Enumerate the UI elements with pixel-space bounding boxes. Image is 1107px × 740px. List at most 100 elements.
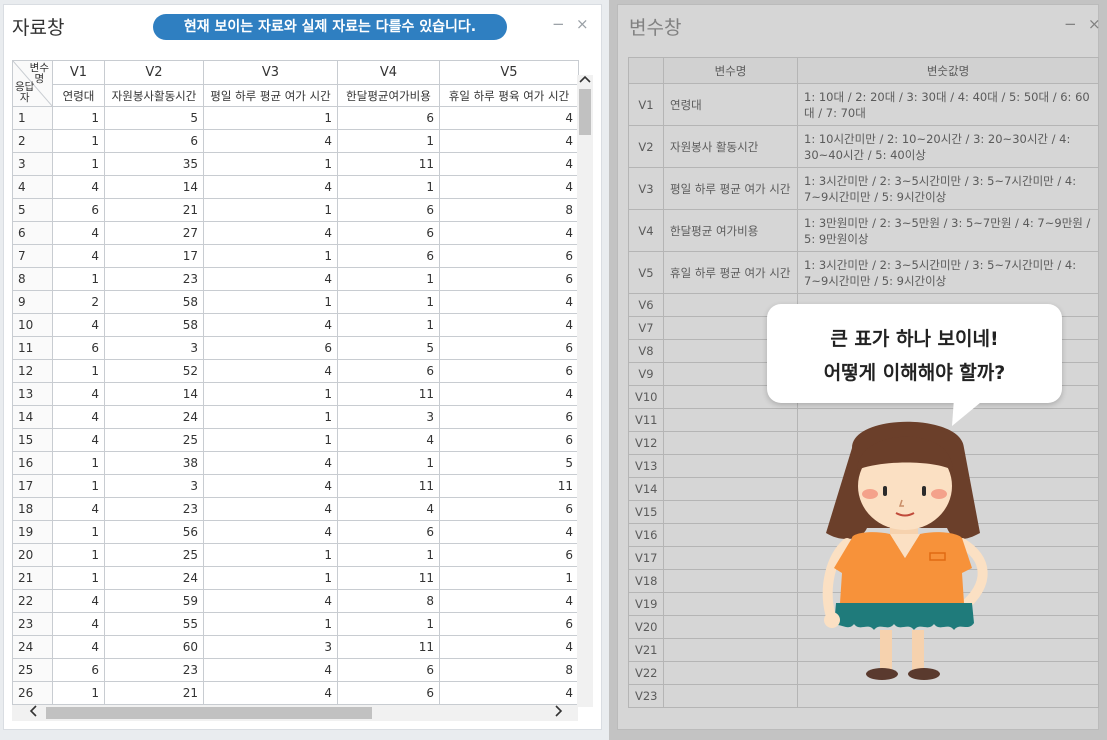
data-cell-v3[interactable]: 6 (203, 336, 338, 360)
data-cell-v5[interactable]: 6 (439, 428, 579, 452)
data-cell-v3[interactable]: 4 (203, 451, 338, 475)
data-cell-v1[interactable]: 6 (52, 658, 105, 682)
respondent-id-cell[interactable]: 22 (12, 589, 53, 613)
data-cell-v4[interactable]: 11 (337, 152, 440, 176)
data-cell-v3[interactable]: 1 (203, 244, 338, 268)
respondent-id-cell[interactable]: 13 (12, 382, 53, 406)
chevron-left-icon[interactable] (28, 704, 38, 722)
data-cell-v5[interactable]: 8 (439, 198, 579, 222)
data-cell-v3[interactable]: 4 (203, 681, 338, 705)
data-cell-v2[interactable]: 3 (104, 474, 204, 498)
data-cell-v5[interactable]: 6 (439, 359, 579, 383)
data-cell-v3[interactable]: 4 (203, 658, 338, 682)
data-cell-v1[interactable]: 4 (52, 382, 105, 406)
variable-close-button[interactable]: × (1088, 15, 1101, 33)
data-cell-v3[interactable]: 1 (203, 198, 338, 222)
data-cell-v1[interactable]: 4 (52, 244, 105, 268)
data-cell-v4[interactable]: 1 (337, 129, 440, 153)
data-cell-v3[interactable]: 4 (203, 497, 338, 521)
respondent-id-cell[interactable]: 16 (12, 451, 53, 475)
data-cell-v1[interactable]: 1 (52, 152, 105, 176)
data-cell-v4[interactable]: 11 (337, 382, 440, 406)
data-cell-v2[interactable]: 55 (104, 612, 204, 636)
data-cell-v3[interactable]: 1 (203, 428, 338, 452)
data-cell-v5[interactable]: 4 (439, 589, 579, 613)
data-cell-v2[interactable]: 59 (104, 589, 204, 613)
respondent-id-cell[interactable]: 10 (12, 313, 53, 337)
variable-minimize-button[interactable]: − (1064, 15, 1077, 33)
data-cell-v5[interactable]: 1 (439, 566, 579, 590)
data-cell-v5[interactable]: 6 (439, 543, 579, 567)
respondent-id-cell[interactable]: 1 (12, 106, 53, 130)
data-cell-v3[interactable]: 4 (203, 175, 338, 199)
data-cell-v5[interactable]: 4 (439, 382, 579, 406)
data-cell-v1[interactable]: 1 (52, 129, 105, 153)
data-cell-v5[interactable]: 4 (439, 175, 579, 199)
data-cell-v5[interactable]: 4 (439, 520, 579, 544)
data-cell-v3[interactable]: 1 (203, 382, 338, 406)
respondent-id-cell[interactable]: 24 (12, 635, 53, 659)
data-cell-v1[interactable]: 1 (52, 543, 105, 567)
data-cell-v3[interactable]: 1 (203, 290, 338, 314)
data-cell-v1[interactable]: 1 (52, 681, 105, 705)
vertical-scrollbar[interactable] (577, 75, 593, 707)
data-cell-v1[interactable]: 1 (52, 520, 105, 544)
data-cell-v4[interactable]: 3 (337, 405, 440, 429)
data-cell-v5[interactable]: 4 (439, 129, 579, 153)
data-cell-v3[interactable]: 4 (203, 129, 338, 153)
data-cell-v2[interactable]: 21 (104, 681, 204, 705)
respondent-id-cell[interactable]: 3 (12, 152, 53, 176)
data-cell-v2[interactable]: 56 (104, 520, 204, 544)
data-cell-v5[interactable]: 6 (439, 267, 579, 291)
data-cell-v5[interactable]: 4 (439, 635, 579, 659)
data-cell-v3[interactable]: 4 (203, 221, 338, 245)
respondent-id-cell[interactable]: 26 (12, 681, 53, 705)
col-header-v1[interactable]: V1 (52, 60, 105, 85)
data-cell-v2[interactable]: 35 (104, 152, 204, 176)
data-cell-v2[interactable]: 17 (104, 244, 204, 268)
data-cell-v2[interactable]: 60 (104, 635, 204, 659)
respondent-id-cell[interactable]: 14 (12, 405, 53, 429)
data-cell-v5[interactable]: 11 (439, 474, 579, 498)
col-header-v2[interactable]: V2 (104, 60, 204, 85)
data-cell-v5[interactable]: 5 (439, 451, 579, 475)
data-cell-v3[interactable]: 1 (203, 106, 338, 130)
data-cell-v5[interactable]: 4 (439, 290, 579, 314)
respondent-id-cell[interactable]: 9 (12, 290, 53, 314)
data-cell-v2[interactable]: 23 (104, 267, 204, 291)
data-cell-v4[interactable]: 1 (337, 543, 440, 567)
data-cell-v3[interactable]: 4 (203, 589, 338, 613)
data-cell-v1[interactable]: 1 (52, 474, 105, 498)
data-cell-v1[interactable]: 4 (52, 589, 105, 613)
data-cell-v5[interactable]: 4 (439, 152, 579, 176)
data-cell-v4[interactable]: 1 (337, 612, 440, 636)
respondent-id-cell[interactable]: 2 (12, 129, 53, 153)
data-cell-v5[interactable]: 4 (439, 221, 579, 245)
data-cell-v1[interactable]: 6 (52, 198, 105, 222)
data-cell-v5[interactable]: 6 (439, 244, 579, 268)
data-cell-v1[interactable]: 1 (52, 566, 105, 590)
data-cell-v3[interactable]: 4 (203, 313, 338, 337)
data-cell-v5[interactable]: 6 (439, 497, 579, 521)
data-cell-v2[interactable]: 14 (104, 382, 204, 406)
respondent-id-cell[interactable]: 21 (12, 566, 53, 590)
data-cell-v2[interactable]: 24 (104, 405, 204, 429)
data-cell-v5[interactable]: 6 (439, 405, 579, 429)
data-cell-v2[interactable]: 58 (104, 313, 204, 337)
col-header-v4[interactable]: V4 (337, 60, 440, 85)
data-cell-v4[interactable]: 6 (337, 198, 440, 222)
data-cell-v3[interactable]: 4 (203, 520, 338, 544)
data-cell-v1[interactable]: 1 (52, 451, 105, 475)
data-cell-v4[interactable]: 1 (337, 290, 440, 314)
data-cell-v4[interactable]: 6 (337, 520, 440, 544)
data-cell-v4[interactable]: 6 (337, 106, 440, 130)
minimize-button[interactable]: − (552, 15, 565, 33)
data-cell-v1[interactable]: 4 (52, 175, 105, 199)
respondent-id-cell[interactable]: 4 (12, 175, 53, 199)
respondent-id-cell[interactable]: 19 (12, 520, 53, 544)
respondent-id-cell[interactable]: 17 (12, 474, 53, 498)
data-cell-v4[interactable]: 1 (337, 451, 440, 475)
data-cell-v4[interactable]: 4 (337, 428, 440, 452)
respondent-id-cell[interactable]: 11 (12, 336, 53, 360)
respondent-id-cell[interactable]: 15 (12, 428, 53, 452)
